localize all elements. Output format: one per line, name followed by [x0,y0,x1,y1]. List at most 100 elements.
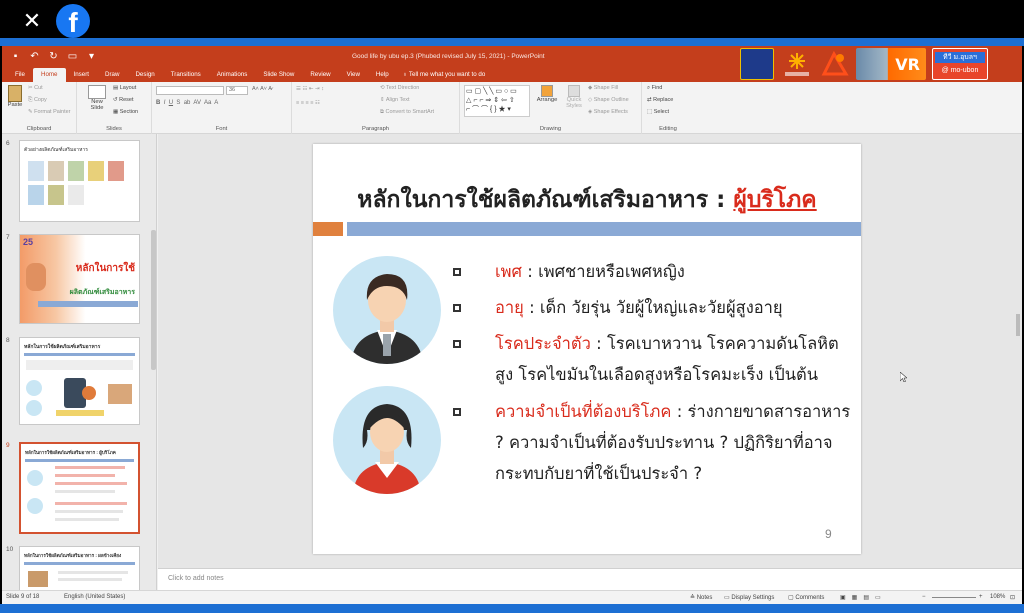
comments-label: Comments [795,595,825,601]
tab-transitions[interactable]: Transitions [163,68,209,82]
canvas-scrollbar[interactable] [1016,314,1020,336]
zoom-in-icon[interactable]: + [979,594,983,600]
customize-icon[interactable]: ▾ [86,51,97,62]
align-text-label: Align Text [385,97,410,103]
notes-button[interactable]: ≙ Notes [690,594,712,601]
paragraph-label: Paragraph [361,126,390,132]
bullet-separator: : [671,402,688,421]
clipboard-label: Clipboard [26,126,52,132]
slide-thumbnail-selected[interactable]: หลักในการใช้ผลิตภัณฑ์เสริมอาหาร : ผู้บริ… [19,442,140,534]
shapes-gallery[interactable]: ▭ ▢ ╲ ╲ ▭ ○ ▭ △ ⌐ ⌐ ⇒ ⇕ ⇦ ⇧ ⌐ ⌒ ⌒ { } ★ ▾ [464,85,530,117]
ubu-logo [820,48,850,80]
thumbnail-number: 10 [6,546,14,553]
reset-button[interactable]: ↺ Reset [113,97,134,103]
thumbnail-images [20,157,139,209]
slide-thumbnail[interactable]: ตัวอย่างผลิตภัณฑ์เสริมอาหาร [19,140,140,222]
powerpoint-window: ▪ ↶ ↻ ▭ ▾ Good life by ubu ep.3 (Phubed … [2,46,1022,604]
find-label: Find [651,85,663,91]
zoom-slider[interactable] [932,597,976,598]
tab-animations[interactable]: Animations [209,68,256,82]
shape-fill-label: Shape Fill [593,85,619,91]
text-direction-button[interactable]: ⟲ Text Direction [380,85,419,91]
tell-me-box[interactable]: ♁ Tell me what you want to do [397,68,492,82]
paragraph-group: ☰ ☷ ⇤ ⇥ ↕ ⟲ Text Direction ≡ ≡ ≡ ≡ ☷ ⇕ A… [292,82,460,134]
drawing-group: ▭ ▢ ╲ ╲ ▭ ○ ▭ △ ⌐ ⌐ ⇒ ⇕ ⇦ ⇧ ⌐ ⌒ ⌒ { } ★ ▾ … [460,82,642,134]
zoom-out-icon[interactable]: − [922,594,926,600]
bullet-disease[interactable]: โรคประจำตัว : โรคเบาหวาน โรคความดันโลหิต… [453,328,853,390]
arrange-icon [541,85,553,97]
kasetsart-logo [740,48,774,80]
tab-slide-show[interactable]: Slide Show [255,68,302,82]
font-grow-shrink[interactable]: A˄ A˅ A̷ [252,86,272,92]
slide-thumbnail[interactable]: หลักในการใช้ผลิตภัณฑ์เสริมอาหาร [19,337,140,425]
display-settings-button[interactable]: ▭ Display Settings [724,594,774,601]
find-button[interactable]: ⌕ Find [647,85,662,92]
paste-label: Paste [7,102,23,108]
smartart-button[interactable]: ⧉ Convert to SmartArt [380,109,434,116]
view-buttons[interactable]: ▣▦▤▭ [840,594,887,601]
comments-button[interactable]: ▢ Comments [788,594,824,601]
new-slide-button[interactable]: New Slide [85,85,109,111]
tab-view[interactable]: View [339,68,368,82]
notes-pane[interactable]: Click to add notes [158,568,1022,590]
thumbnail-title: หลักในการใช้ผลิตภัณฑ์เสริมอาหาร : ผู้บริ… [25,450,116,455]
align-buttons[interactable]: ≡ ≡ ≡ ≡ ☷ [296,100,320,106]
layout-button[interactable]: ▤ Layout [113,85,136,91]
slide-thumbnail[interactable]: 25 หลักในการใช้ ผลิตภัณฑ์เสริมอาหาร [19,234,140,324]
tab-review[interactable]: Review [302,68,338,82]
tab-draw[interactable]: Draw [97,68,127,82]
quick-access-toolbar: ▪ ↶ ↻ ▭ ▾ [10,51,97,62]
thumbnail-title: หลักในการใช้ผลิตภัณฑ์เสริมอาหาร : ผลข้าง… [24,553,122,558]
slide-title-highlight: ผู้บริโภค [733,187,817,213]
quick-styles-button[interactable]: Quick Styles [561,85,587,109]
slide-title[interactable]: หลักในการใช้ผลิตภัณฑ์เสริมอาหาร : ผู้บริ… [313,182,861,218]
list-buttons[interactable]: ☰ ☷ ⇤ ⇥ ↕ [296,86,324,92]
thumbnail-title: ตัวอย่างผลิตภัณฑ์เสริมอาหาร [24,147,88,153]
redo-icon[interactable]: ↻ [48,51,59,62]
replace-button[interactable]: ⇄ Replace [647,97,673,103]
font-name-box[interactable] [156,86,224,95]
bullet-gender[interactable]: เพศ : เพศชายหรือเพศหญิง [453,256,853,287]
font-size-box[interactable]: 36 [226,86,248,95]
arrange-button[interactable]: Arrange [534,85,560,103]
replace-label: Replace [653,97,674,103]
thumbnail-number: 9 [6,442,10,449]
clipboard-group: Paste ✂ Cut ⎘ Copy ✎ Format Painter Clip… [2,82,77,134]
close-icon[interactable]: ✕ [20,9,44,33]
tab-home[interactable]: Home [32,68,66,82]
font-format-buttons[interactable]: B I U S ab AV Aa A [156,100,218,106]
female-avatar-icon [333,386,441,494]
tab-insert[interactable]: Insert [66,68,97,82]
orange-accent-block [313,222,343,236]
present-icon[interactable]: ▭ [67,51,78,62]
broadcast-logos: VR ทีวี ม.อุบลฯ @ mo-ubon [740,48,988,80]
shape-effects-button[interactable]: ◈ Shape Effects [588,109,628,115]
save-icon[interactable]: ▪ [10,51,21,62]
bullet-necessity[interactable]: ความจำเป็นที่ต้องบริโภค : ร่างกายขาดสารอ… [453,396,853,489]
copy-button[interactable]: ⎘ Copy [28,97,47,104]
tab-design[interactable]: Design [127,68,162,82]
align-text-button[interactable]: ⇕ Align Text [380,97,410,103]
square-bullet-icon [453,268,461,276]
section-button[interactable]: ▦ Section [113,109,138,115]
slide-editing-canvas: หลักในการใช้ผลิตภัณฑ์เสริมอาหาร : ผู้บริ… [158,134,1022,568]
bullet-age[interactable]: อายุ : เด็ก วัยรุ่น วัยผู้ใหญ่และวัยผู้ส… [453,292,853,323]
cut-button[interactable]: ✂ Cut [28,85,43,91]
fit-slide-icon[interactable]: ⊡ [1010,594,1015,601]
shape-fill-button[interactable]: ◆ Shape Fill [588,85,618,91]
top-blue-stripe [0,38,1024,46]
shape-effects-label: Shape Effects [593,109,628,115]
undo-icon[interactable]: ↶ [29,51,40,62]
facebook-icon[interactable]: f [56,4,90,38]
shape-outline-button[interactable]: ◇ Shape Outline [588,97,629,103]
thumbnails-scrollbar[interactable] [151,230,156,370]
bullet-text: เด็ก วัยรุ่น วัยผู้ใหญ่และวัยผู้สูงอายุ [539,298,783,317]
zoom-level[interactable]: 108% [990,594,1005,600]
paste-button[interactable]: Paste [5,85,25,108]
format-painter-button[interactable]: ✎ Format Painter [28,109,71,115]
select-button[interactable]: ⬚ Select [647,109,669,115]
tab-file[interactable]: File [7,68,33,82]
language-status[interactable]: English (United States) [64,594,125,600]
current-slide[interactable]: หลักในการใช้ผลิตภัณฑ์เสริมอาหาร : ผู้บริ… [313,144,861,554]
tab-help[interactable]: Help [368,68,397,82]
